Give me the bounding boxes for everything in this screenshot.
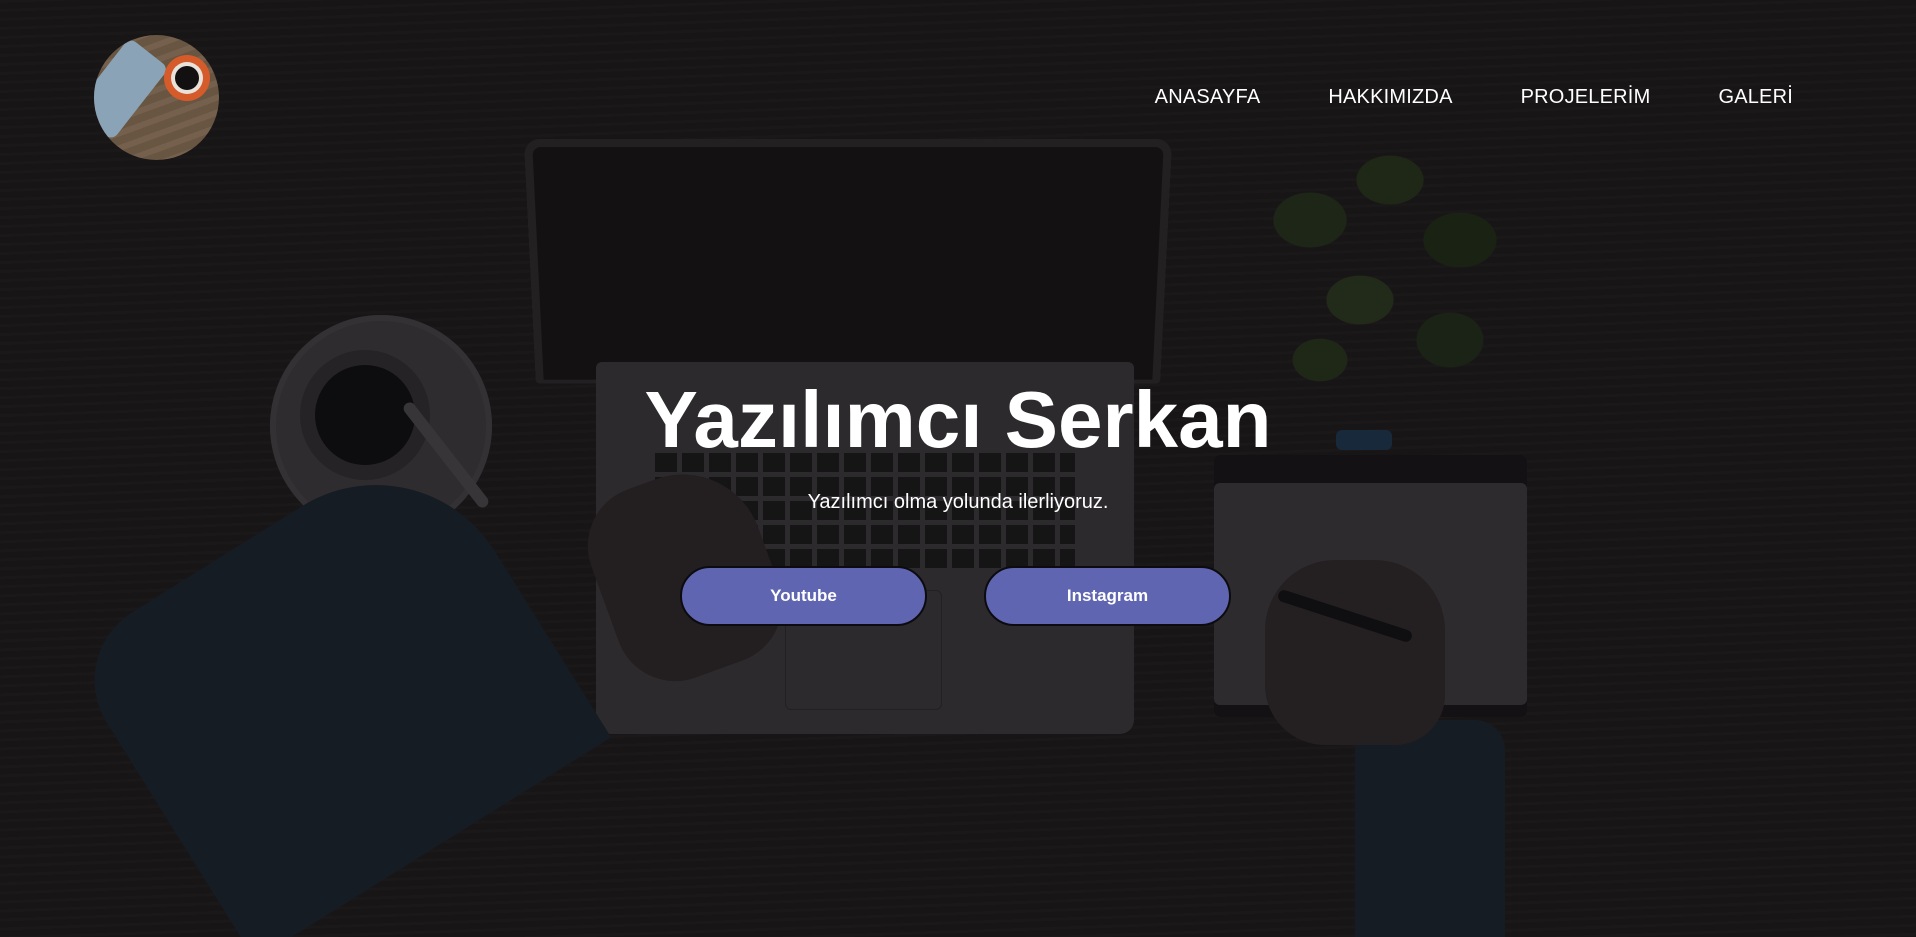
nav-link-galeri[interactable]: GALERİ (1718, 85, 1793, 109)
nav-link-projelerim[interactable]: PROJELERİM (1521, 85, 1651, 109)
hero-section: ANASAYFA HAKKIMIZDA PROJELERİM GALERİ Ya… (0, 0, 1916, 937)
youtube-button[interactable]: Youtube (680, 566, 927, 626)
main-navigation: ANASAYFA HAKKIMIZDA PROJELERİM GALERİ (1155, 85, 1793, 109)
logo-coffee-icon (164, 55, 210, 101)
instagram-button[interactable]: Instagram (984, 566, 1231, 626)
hero-subtitle: Yazılımcı olma yolunda ilerliyoruz. (807, 491, 1109, 513)
site-logo[interactable] (94, 35, 219, 160)
social-buttons: Youtube Instagram (680, 566, 1231, 626)
background-image (0, 0, 1916, 937)
hero-title: Yazılımcı Serkan (644, 375, 1272, 464)
background-overlay (0, 0, 1916, 937)
nav-link-hakkimizda[interactable]: HAKKIMIZDA (1328, 85, 1452, 109)
nav-link-anasayfa[interactable]: ANASAYFA (1155, 85, 1261, 109)
